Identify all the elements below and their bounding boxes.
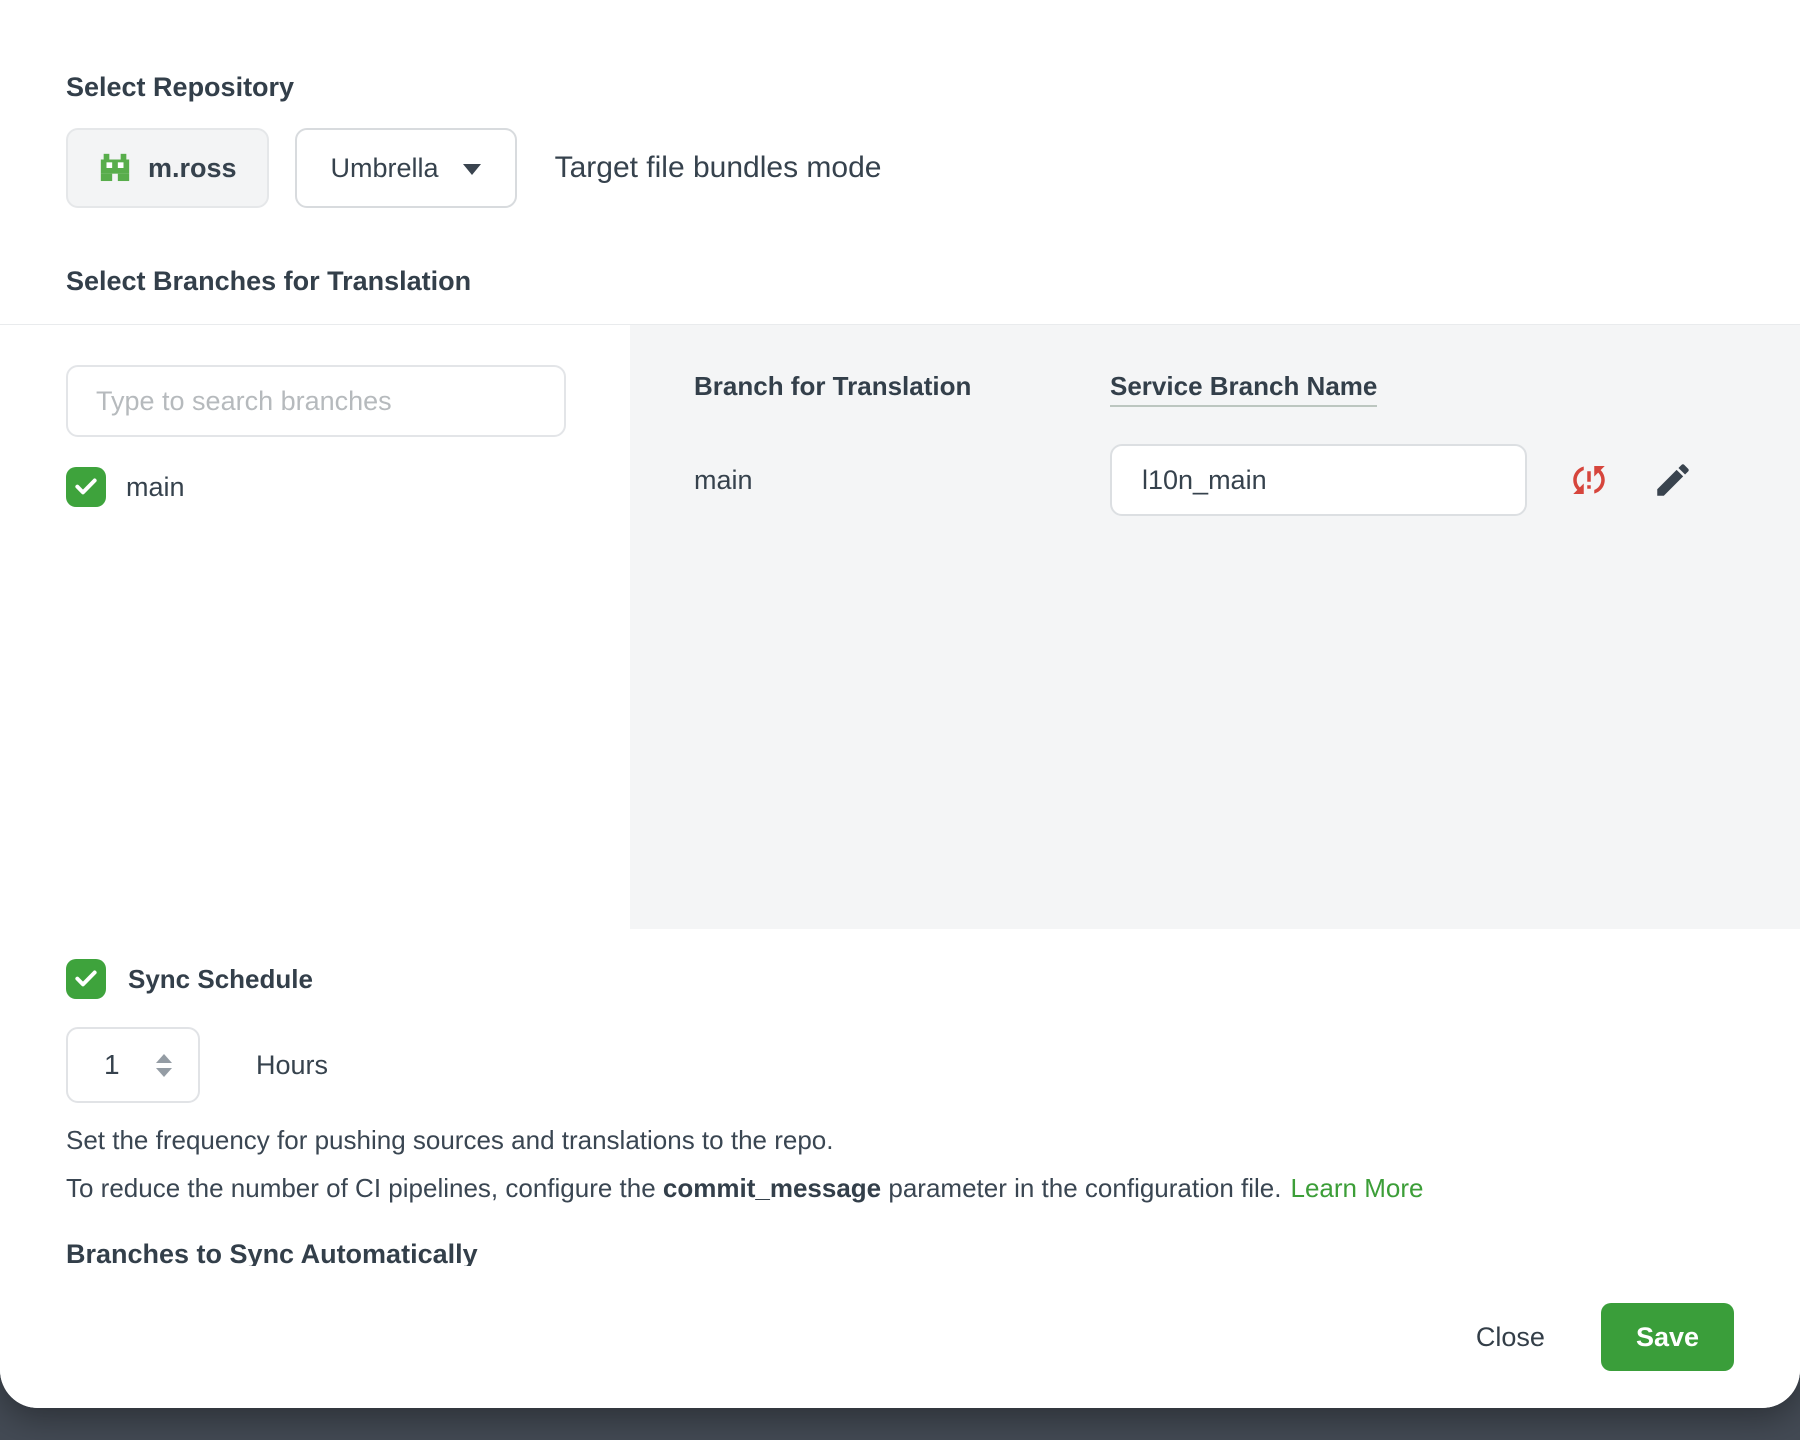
branches-split-section: main Branch for Translation Service Bran…: [0, 324, 1800, 929]
sync-problem-icon[interactable]: [1567, 458, 1611, 502]
branch-list-pane: main: [0, 325, 630, 929]
project-dropdown[interactable]: Umbrella: [295, 128, 517, 208]
service-branch-name-input[interactable]: [1110, 444, 1527, 516]
sync-schedule-section: Sync Schedule 1 Hours Set the frequency …: [0, 929, 1800, 1266]
interval-stepper[interactable]: 1: [66, 1027, 200, 1103]
repo-settings-dialog: Select Repository: [0, 0, 1800, 1408]
learn-more-link[interactable]: Learn More: [1291, 1173, 1424, 1203]
select-repository-title: Select Repository: [66, 70, 1800, 104]
edit-pencil-icon[interactable]: [1651, 458, 1695, 502]
service-branch-header-tooltip-trigger[interactable]: Service Branch Name: [1110, 371, 1377, 407]
checkmark-icon: [73, 966, 99, 992]
checkmark-icon: [73, 474, 99, 500]
table-header-row: Branch for Translation Service Branch Na…: [694, 371, 1800, 402]
service-branch-pane: Branch for Translation Service Branch Na…: [630, 325, 1800, 929]
sync-interval-row: 1 Hours: [66, 1027, 1800, 1103]
commit-message-param: commit_message: [663, 1173, 881, 1203]
column-header-service-branch: Service Branch Name: [1110, 371, 1377, 402]
repository-button-label: m.ross: [148, 153, 237, 184]
branch-item-label[interactable]: main: [126, 472, 185, 503]
column-header-branch: Branch for Translation: [694, 371, 1110, 402]
frequency-description: Set the frequency for pushing sources an…: [66, 1123, 1800, 1157]
ci-note-suffix: parameter in the configuration file.: [881, 1173, 1281, 1203]
dialog-scroll-content: Select Repository: [0, 0, 1800, 1266]
interval-unit-label: Hours: [256, 1050, 328, 1081]
repository-row: m.ross Umbrella Target file bundles mode: [66, 128, 1800, 208]
branch-list-item: main: [66, 467, 630, 507]
save-button[interactable]: Save: [1601, 1303, 1734, 1371]
branches-to-sync-title: Branches to Sync Automatically: [66, 1237, 1800, 1266]
stepper-down-icon[interactable]: [156, 1068, 172, 1077]
ci-pipelines-note: To reduce the number of CI pipelines, co…: [66, 1171, 1800, 1205]
sync-schedule-label[interactable]: Sync Schedule: [128, 964, 313, 995]
stepper-up-icon[interactable]: [156, 1054, 172, 1063]
file-mode-label: Target file bundles mode: [555, 151, 882, 185]
dialog-footer: Close Save: [0, 1266, 1800, 1408]
branch-search-input[interactable]: [66, 365, 566, 437]
repository-button[interactable]: m.ross: [66, 128, 269, 208]
select-branches-title: Select Branches for Translation: [66, 264, 1800, 298]
chevron-down-icon: [463, 164, 481, 175]
pixel-avatar-icon: [98, 151, 132, 185]
project-dropdown-value: Umbrella: [331, 153, 439, 184]
interval-value: 1: [104, 1049, 120, 1081]
table-row: main: [694, 444, 1800, 516]
ci-note-prefix: To reduce the number of CI pipelines, co…: [66, 1173, 663, 1203]
branch-checkbox-checked[interactable]: [66, 467, 106, 507]
stepper-arrows-icon[interactable]: [156, 1054, 172, 1077]
repository-section: Select Repository: [0, 0, 1800, 298]
close-button[interactable]: Close: [1470, 1312, 1551, 1363]
sync-schedule-row: Sync Schedule: [66, 959, 1800, 999]
row-branch-name: main: [694, 465, 1110, 496]
sync-schedule-checkbox-checked[interactable]: [66, 959, 106, 999]
